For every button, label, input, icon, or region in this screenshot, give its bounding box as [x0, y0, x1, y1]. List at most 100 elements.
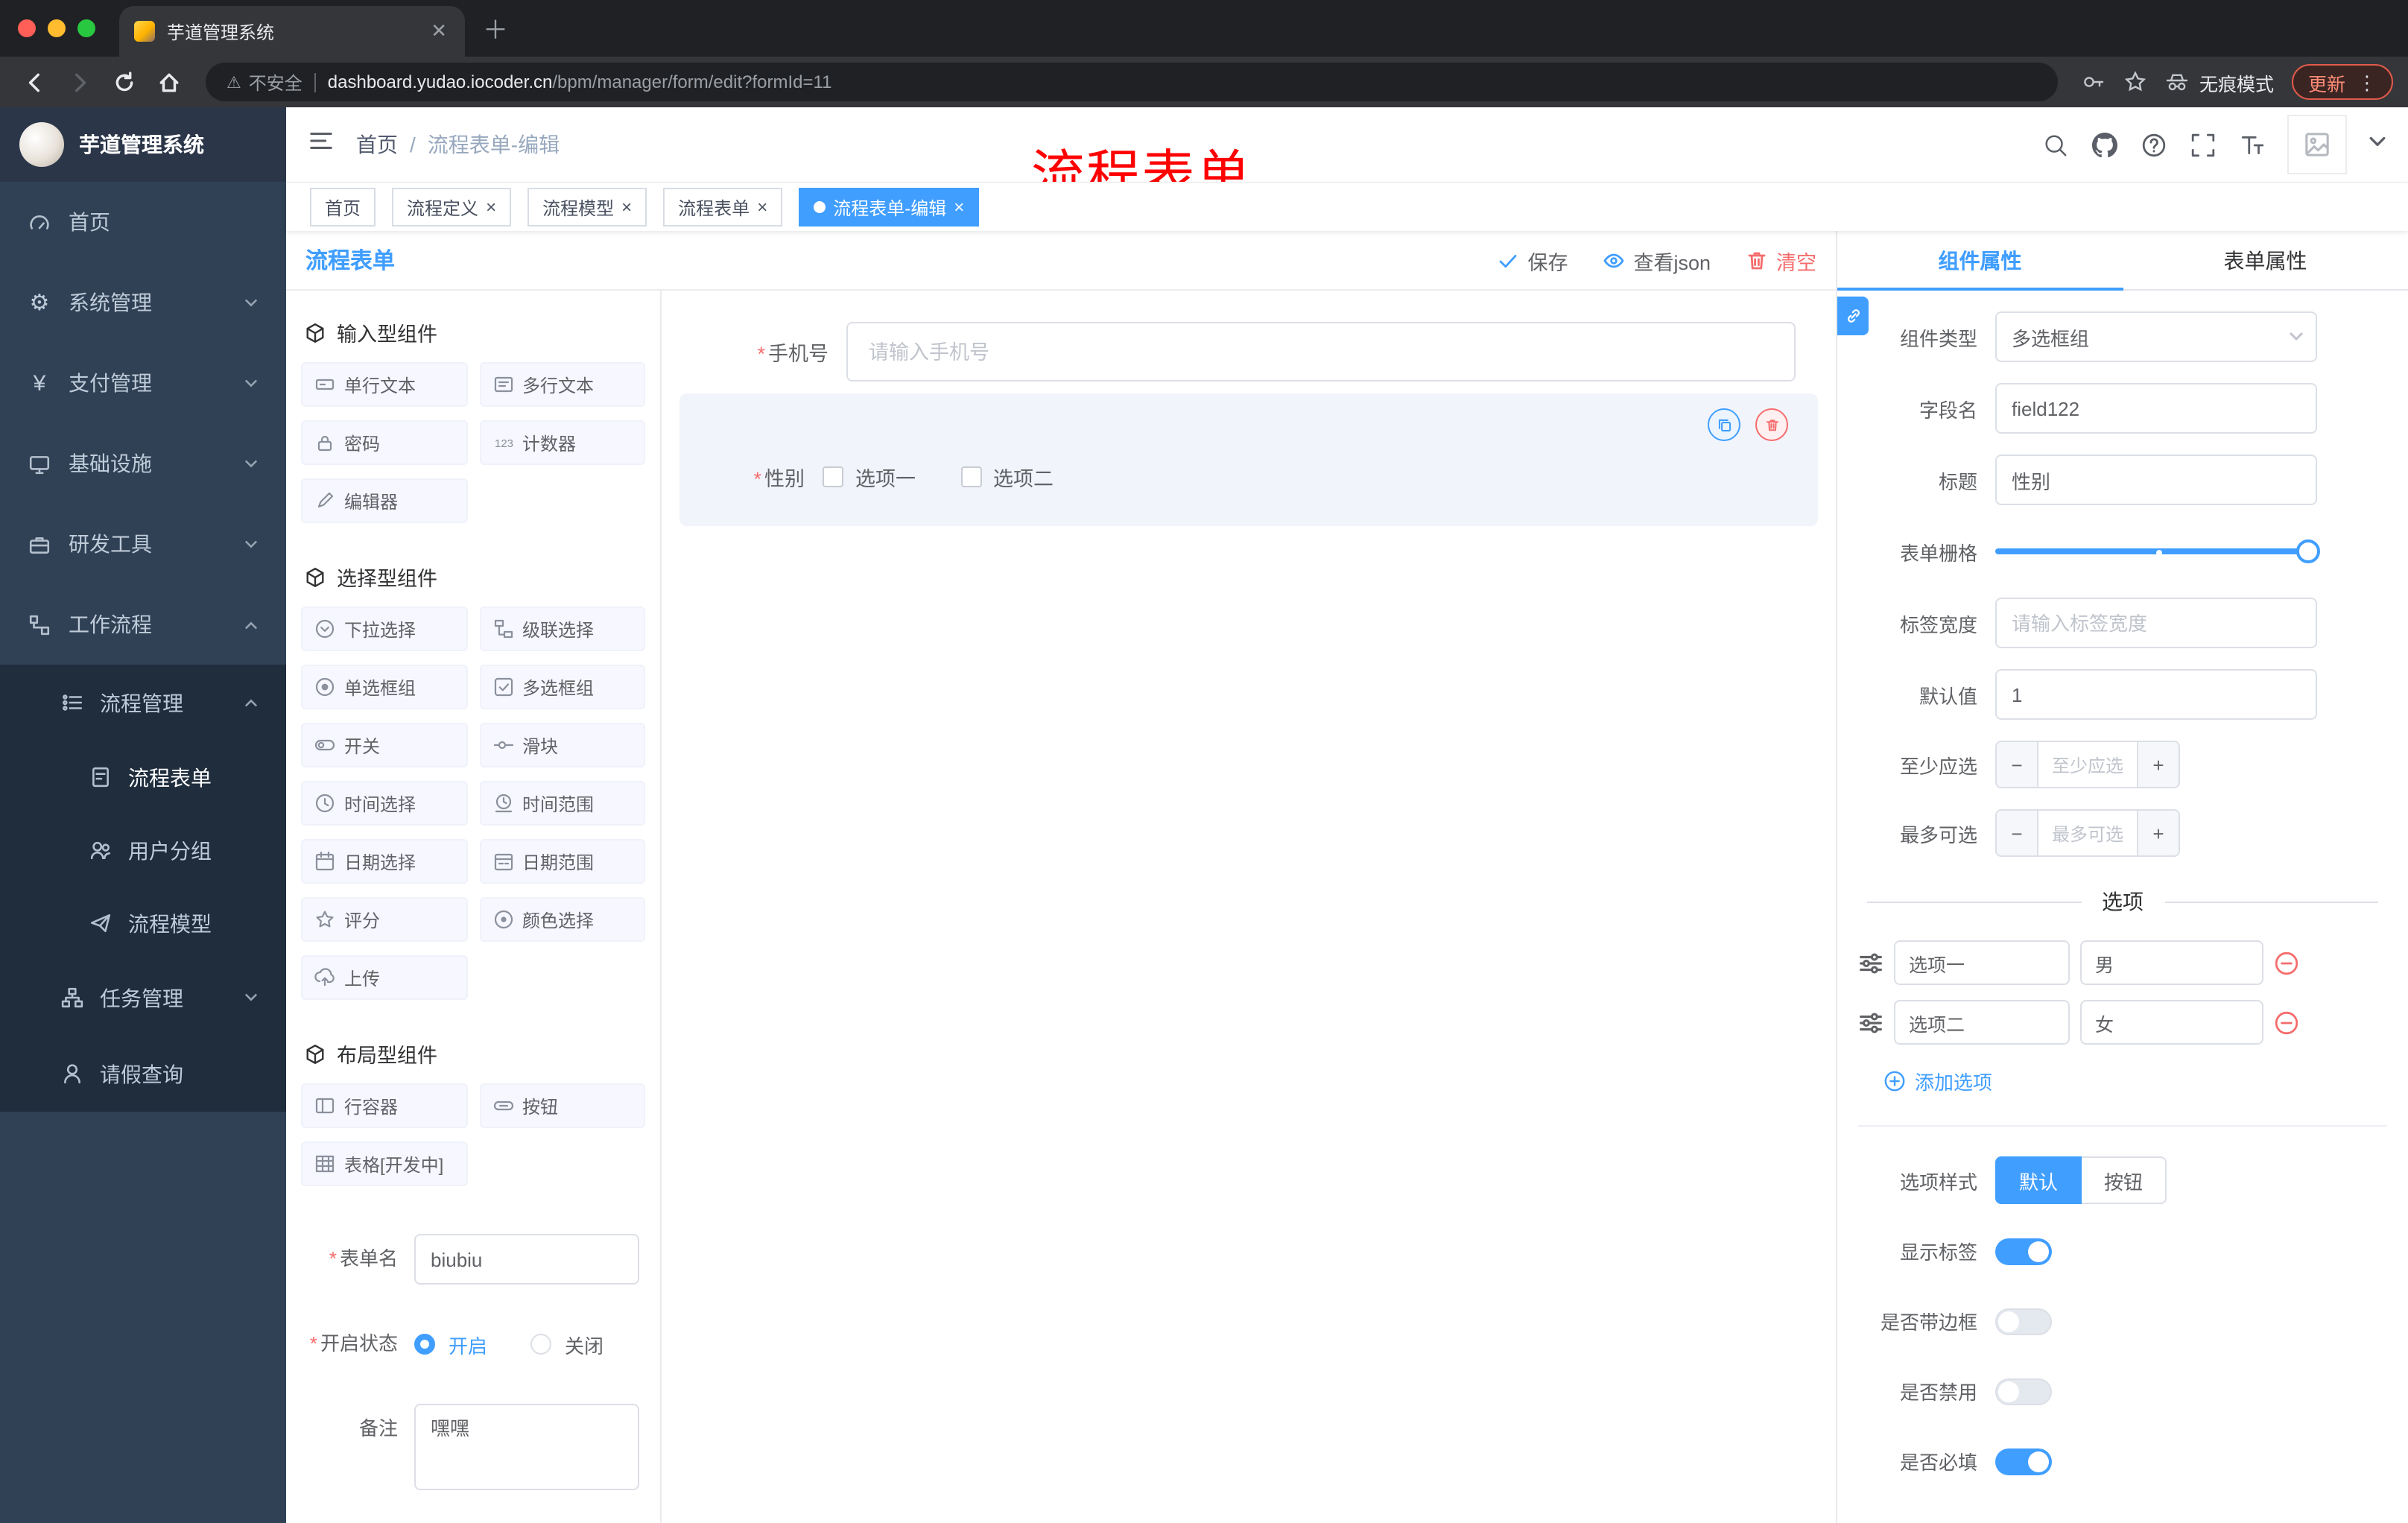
- gender-option-2[interactable]: 选项二: [960, 462, 1054, 492]
- title-input[interactable]: [1995, 455, 2317, 505]
- checkbox-icon[interactable]: [823, 466, 843, 487]
- component-counter[interactable]: 123 计数器: [479, 420, 645, 465]
- drag-handle-icon[interactable]: [1858, 1010, 1883, 1035]
- component-upload[interactable]: 上传: [301, 955, 467, 1000]
- component-radio-group[interactable]: 单选框组: [301, 665, 467, 709]
- sidebar-item-workflow[interactable]: 工作流程: [0, 584, 286, 665]
- tag-process-form[interactable]: 流程表单 ×: [663, 188, 783, 227]
- update-button[interactable]: 更新 ⋮: [2291, 64, 2393, 100]
- max-select-value[interactable]: 最多可选: [2038, 811, 2137, 855]
- component-single-line-text[interactable]: 单行文本: [301, 362, 467, 407]
- component-password[interactable]: 密码: [301, 420, 467, 465]
- component-color-picker[interactable]: 颜色选择: [479, 897, 645, 942]
- option-label-input[interactable]: [1894, 1000, 2070, 1045]
- component-type-select[interactable]: 多选框组: [1995, 311, 2317, 362]
- breadcrumb-home[interactable]: 首页: [356, 130, 398, 159]
- zoom-window-button[interactable]: [77, 19, 95, 37]
- component-button[interactable]: 按钮: [479, 1083, 645, 1128]
- component-checkbox-group[interactable]: 多选框组: [479, 665, 645, 709]
- status-off-radio[interactable]: [530, 1334, 552, 1355]
- sidebar-item-system[interactable]: ⚙ 系统管理: [0, 262, 286, 343]
- max-select-stepper[interactable]: − 最多可选 +: [1995, 809, 2180, 857]
- gender-option-1[interactable]: 选项一: [823, 462, 916, 492]
- min-select-value[interactable]: 至少应选: [2038, 742, 2137, 787]
- avatar[interactable]: [2287, 115, 2347, 174]
- component-slider[interactable]: 滑块: [479, 723, 645, 767]
- selected-widget-gender[interactable]: * 性别 选项一 选项二: [679, 393, 1818, 526]
- label-width-input[interactable]: [1995, 598, 2317, 648]
- save-button[interactable]: 保存: [1498, 245, 1568, 275]
- tab-form-props[interactable]: 表单属性: [2123, 231, 2408, 289]
- tag-close-icon[interactable]: ×: [486, 198, 496, 216]
- minimize-window-button[interactable]: [48, 19, 66, 37]
- fullscreen-button[interactable]: [2189, 131, 2216, 158]
- option-value-input[interactable]: [2080, 1000, 2263, 1045]
- search-button[interactable]: [2041, 131, 2068, 158]
- sidebar-item-payment[interactable]: ¥ 支付管理: [0, 343, 286, 423]
- drag-handle-icon[interactable]: [1858, 950, 1883, 975]
- tag-process-form-edit[interactable]: 流程表单-编辑 ×: [799, 188, 980, 227]
- option-label-input[interactable]: [1894, 940, 2070, 985]
- component-row-container[interactable]: 行容器: [301, 1083, 467, 1128]
- sidebar-item-process-model[interactable]: 流程模型: [0, 887, 286, 960]
- increase-button[interactable]: +: [2137, 742, 2179, 787]
- slider-handle[interactable]: [2296, 539, 2320, 563]
- min-select-stepper[interactable]: − 至少应选 +: [1995, 741, 2180, 788]
- component-date-range[interactable]: 日期范围: [479, 839, 645, 884]
- status-off-label[interactable]: 关闭: [565, 1330, 603, 1358]
- style-default-button[interactable]: 默认: [1995, 1156, 2082, 1204]
- status-on-label[interactable]: 开启: [449, 1330, 487, 1358]
- sidebar-item-home[interactable]: 首页: [0, 182, 286, 262]
- sidebar-item-devtools[interactable]: 研发工具: [0, 504, 286, 584]
- component-editor[interactable]: 编辑器: [301, 478, 467, 523]
- sidebar-item-user-group[interactable]: 用户分组: [0, 814, 286, 887]
- password-key-icon[interactable]: [2082, 70, 2106, 94]
- tag-close-icon[interactable]: ×: [621, 198, 632, 216]
- component-select[interactable]: 下拉选择: [301, 607, 467, 651]
- tag-close-icon[interactable]: ×: [757, 198, 767, 216]
- field-name-input[interactable]: [1995, 383, 2317, 434]
- panel-handle[interactable]: [1837, 297, 1869, 335]
- back-button[interactable]: [15, 63, 54, 101]
- component-date-picker[interactable]: 日期选择: [301, 839, 467, 884]
- copy-widget-button[interactable]: [1708, 408, 1740, 441]
- design-canvas[interactable]: * 手机号 请输入手机号 * 性别 选项一 选项二: [662, 291, 1836, 1523]
- status-on-radio[interactable]: [414, 1334, 435, 1355]
- component-time-picker[interactable]: 时间选择: [301, 781, 467, 826]
- add-option-button[interactable]: 添加选项: [1883, 1067, 2387, 1095]
- tag-process-definition[interactable]: 流程定义 ×: [392, 188, 512, 227]
- component-table[interactable]: 表格[开发中]: [301, 1142, 467, 1186]
- tab-component-props[interactable]: 组件属性: [1837, 231, 2123, 291]
- view-json-button[interactable]: 查看json: [1603, 245, 1711, 275]
- component-cascader[interactable]: 级联选择: [479, 607, 645, 651]
- clear-button[interactable]: 清空: [1746, 245, 1816, 275]
- font-size-button[interactable]: [2238, 131, 2265, 158]
- field-phone[interactable]: * 手机号: [745, 322, 1796, 381]
- tab-close-icon[interactable]: ✕: [428, 19, 450, 43]
- sidebar-item-leave-query[interactable]: 请假查询: [0, 1036, 286, 1112]
- bookmark-star-icon[interactable]: [2123, 70, 2147, 94]
- checkbox-icon[interactable]: [960, 466, 981, 487]
- show-label-switch[interactable]: [1995, 1238, 2052, 1264]
- sidebar-toggle-button[interactable]: [308, 128, 334, 161]
- security-label[interactable]: 不安全: [249, 69, 302, 95]
- delete-widget-button[interactable]: [1755, 408, 1788, 441]
- address-bar[interactable]: ⚠ 不安全 dashboard.yudao.iocoder.cn /bpm/ma…: [206, 63, 2058, 101]
- home-button[interactable]: [149, 63, 188, 101]
- help-button[interactable]: [2140, 131, 2167, 158]
- reload-button[interactable]: [104, 63, 143, 101]
- sidebar-item-process-form[interactable]: 流程表单: [0, 741, 286, 814]
- browser-tab[interactable]: 芋道管理系统 ✕: [119, 6, 465, 57]
- component-multiline-text[interactable]: 多行文本: [479, 362, 645, 407]
- decrease-button[interactable]: −: [1997, 742, 2038, 787]
- component-switch[interactable]: 开关: [301, 723, 467, 767]
- style-button-button[interactable]: 按钮: [2082, 1156, 2167, 1204]
- close-window-button[interactable]: [18, 19, 36, 37]
- remark-textarea[interactable]: 嘿嘿: [414, 1404, 639, 1490]
- sidebar-item-task-management[interactable]: 任务管理: [0, 960, 286, 1036]
- forward-button[interactable]: [60, 63, 98, 101]
- grid-slider[interactable]: [1995, 526, 2320, 577]
- sidebar-item-process-management[interactable]: 流程管理: [0, 665, 286, 741]
- component-rate[interactable]: 评分: [301, 897, 467, 942]
- phone-input[interactable]: [846, 322, 1796, 381]
